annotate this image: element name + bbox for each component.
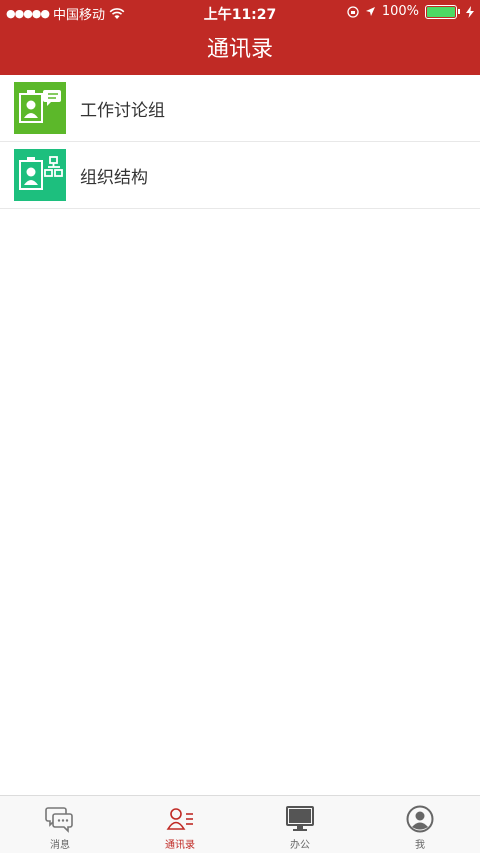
tab-contacts[interactable]: 通讯录 <box>120 796 240 853</box>
charging-icon <box>466 5 474 18</box>
tab-office[interactable]: 办公 <box>240 796 360 853</box>
list-item-label: 组织结构 <box>80 167 148 188</box>
tab-messages[interactable]: 消息 <box>0 796 120 853</box>
battery-icon <box>425 4 460 19</box>
orientation-lock-icon <box>347 5 359 18</box>
nav-bar: 通讯录 <box>0 25 480 75</box>
list-item-org-structure[interactable]: 组织结构 <box>0 142 480 209</box>
status-bar: ●●●●● 中国移动 上午11:27 100% <box>0 0 480 25</box>
status-right: 100% <box>347 4 474 19</box>
monitor-icon <box>286 806 314 831</box>
contacts-list: 工作讨论组 组织结构 <box>0 75 480 209</box>
list-item-work-discussion[interactable]: 工作讨论组 <box>0 75 480 142</box>
tab-label: 办公 <box>290 840 310 851</box>
tab-bar: 消息 通讯录 办公 我 <box>0 795 480 853</box>
contacts-icon <box>166 808 193 830</box>
tab-label: 消息 <box>50 840 70 851</box>
group-chat-icon <box>14 82 66 134</box>
location-icon <box>365 7 375 16</box>
chat-icon <box>45 807 73 833</box>
profile-icon <box>406 805 434 833</box>
org-structure-icon <box>14 149 66 201</box>
tab-label: 通讯录 <box>165 840 195 851</box>
tab-me[interactable]: 我 <box>360 796 480 853</box>
tab-label: 我 <box>415 840 425 851</box>
list-item-label: 工作讨论组 <box>80 100 165 121</box>
battery-percent: 100% <box>381 4 419 19</box>
page-title: 通讯录 <box>206 37 273 62</box>
